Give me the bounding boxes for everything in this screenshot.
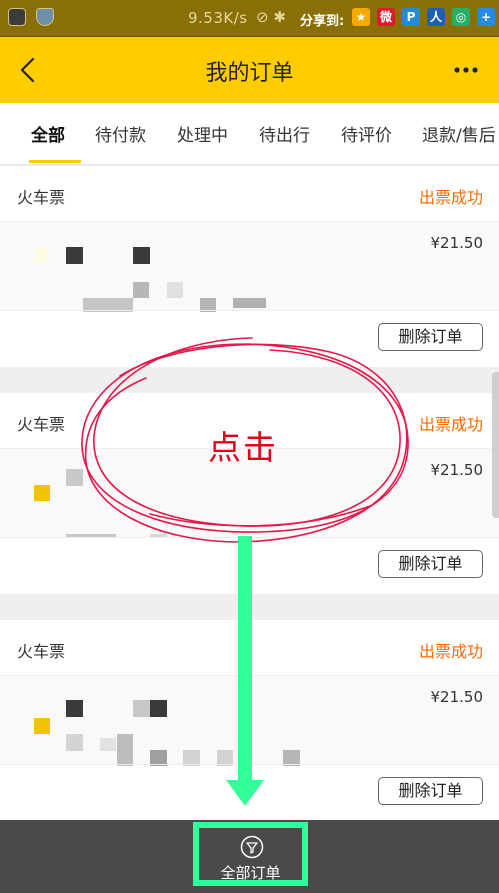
bottom-bar: 全部订单	[0, 820, 499, 893]
all-orders-label: 全部订单	[220, 864, 281, 882]
all-orders-button[interactable]: 全部订单	[193, 822, 308, 886]
filter-icon	[240, 835, 264, 859]
annotation-click-text: 点击	[208, 428, 278, 467]
